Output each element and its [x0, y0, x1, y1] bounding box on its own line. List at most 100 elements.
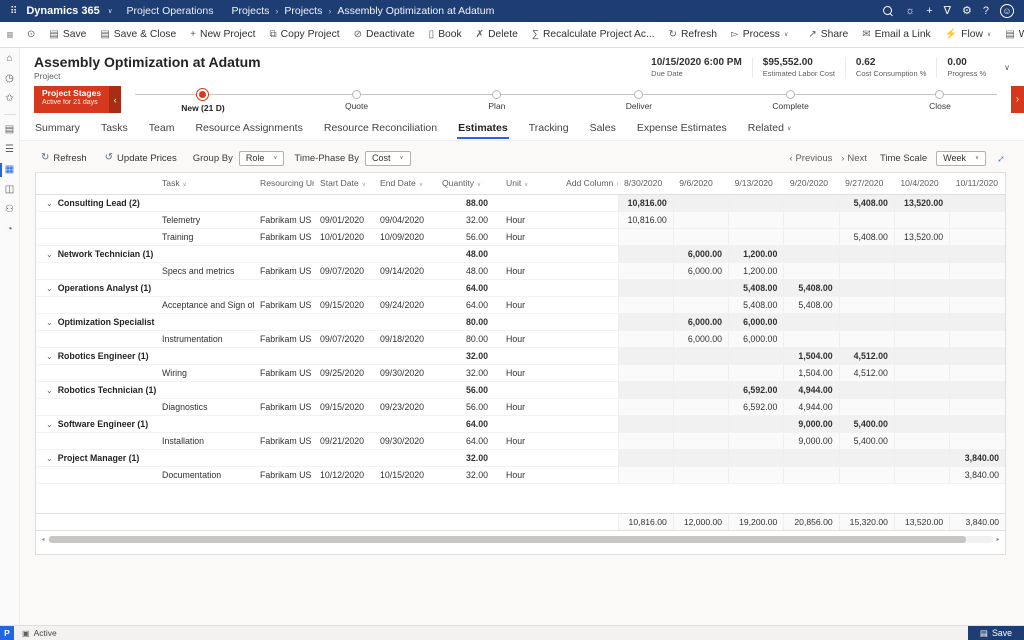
end-date-cell[interactable] [374, 245, 436, 262]
week-cell-8-30-2020[interactable] [618, 347, 673, 364]
week-cell-10-11-2020[interactable] [950, 432, 1005, 449]
tab-team[interactable]: Team [148, 118, 176, 140]
next-button[interactable]: › Next [841, 153, 867, 164]
chevron-down-icon[interactable]: ⌄ [46, 199, 53, 208]
sidebar-item-resources[interactable]: ◫ [0, 185, 19, 195]
week-cell-9-27-2020[interactable]: 5,400.00 [839, 415, 894, 432]
resourcing-unit-cell[interactable] [254, 449, 314, 466]
week-cell-9-13-2020[interactable]: 5,408.00 [729, 279, 784, 296]
sidebar-item-pinned[interactable]: ✩ [0, 94, 19, 104]
command-book[interactable]: ▯Book [422, 22, 469, 47]
unit-cell[interactable] [500, 313, 560, 330]
command-process[interactable]: ▻Process∨ [724, 22, 795, 47]
week-cell-10-11-2020[interactable]: 3,840.00 [950, 466, 1005, 483]
start-date-cell[interactable]: 09/15/2020 [314, 296, 374, 313]
unit-cell[interactable]: Hour [500, 364, 560, 381]
quantity-cell[interactable]: 32.00 [436, 347, 500, 364]
bpf-stage-complete[interactable]: Complete [772, 87, 808, 111]
group-header-cell[interactable]: ⌄Robotics Technician (1) [36, 381, 156, 398]
waffle-icon[interactable]: ⠿ [10, 6, 18, 17]
week-cell-8-30-2020[interactable]: 10,816.00 [618, 194, 673, 211]
chevron-down-icon[interactable]: ⌄ [46, 454, 53, 463]
week-cell-9-20-2020[interactable]: 4,944.00 [784, 381, 839, 398]
update-prices-button[interactable]: ↺ Update Prices [99, 151, 183, 166]
bpf-stage-new-21-d[interactable]: New (21 D) [181, 87, 224, 113]
end-date-cell[interactable] [374, 279, 436, 296]
command-share[interactable]: ↗Share [801, 22, 855, 47]
scroll-right-icon[interactable]: ▸ [993, 537, 1003, 543]
group-header-cell[interactable]: ⌄Robotics Engineer (1) [36, 347, 156, 364]
sidebar-item-dashboards[interactable]: ▤ [0, 125, 19, 135]
command-copy-project[interactable]: ⧉Copy Project [263, 22, 347, 47]
week-cell-9-20-2020[interactable] [784, 262, 839, 279]
brand-title[interactable]: Dynamics 365 [26, 5, 99, 17]
start-date-cell[interactable] [314, 347, 374, 364]
add-column-cell[interactable] [560, 398, 618, 415]
quantity-cell[interactable]: 56.00 [436, 381, 500, 398]
command-save[interactable]: ▤Save [42, 22, 93, 47]
week-cell-10-4-2020[interactable] [894, 262, 949, 279]
bpf-stage-plan[interactable]: Plan [488, 87, 505, 111]
week-cell-9-27-2020[interactable] [839, 211, 894, 228]
command-delete[interactable]: ✗Delete [469, 22, 525, 47]
estimate-row-acceptance-and-sign-offs[interactable]: Acceptance and Sign offsFabrikam US09/15… [36, 296, 1005, 313]
week-cell-9-13-2020[interactable]: 1,200.00 [729, 262, 784, 279]
group-header-cell[interactable]: ⌄Consulting Lead (2) [36, 194, 156, 211]
week-cell-8-30-2020[interactable] [618, 381, 673, 398]
add-column-cell[interactable] [560, 381, 618, 398]
week-cell-10-4-2020[interactable] [894, 398, 949, 415]
week-cell-9-27-2020[interactable]: 4,512.00 [839, 364, 894, 381]
account-icon[interactable]: ☺ [1000, 4, 1014, 18]
estimate-row-wiring[interactable]: WiringFabrikam US09/25/202009/30/202032.… [36, 364, 1005, 381]
week-cell-10-11-2020[interactable] [950, 364, 1005, 381]
week-cell-9-27-2020[interactable] [839, 398, 894, 415]
settings-icon[interactable]: ⚙ [962, 6, 972, 17]
column-header-quantity[interactable]: Quantity∨ [436, 173, 500, 194]
week-cell-8-30-2020[interactable] [618, 364, 673, 381]
week-cell-10-4-2020[interactable]: 13,520.00 [894, 228, 949, 245]
tab-expense-estimates[interactable]: Expense Estimates [636, 118, 728, 140]
start-date-cell[interactable]: 09/07/2020 [314, 330, 374, 347]
add-column-cell[interactable] [560, 432, 618, 449]
week-cell-9-13-2020[interactable] [729, 415, 784, 432]
week-cell-9-20-2020[interactable]: 9,000.00 [784, 432, 839, 449]
breadcrumb-item-projects[interactable]: Projects [231, 5, 269, 17]
start-date-cell[interactable]: 10/01/2020 [314, 228, 374, 245]
unit-cell[interactable] [500, 245, 560, 262]
scroll-left-icon[interactable]: ◂ [38, 537, 48, 543]
tab-sales[interactable]: Sales [589, 118, 617, 140]
week-cell-9-13-2020[interactable] [729, 364, 784, 381]
quantity-cell[interactable]: 64.00 [436, 432, 500, 449]
start-date-cell[interactable] [314, 415, 374, 432]
sidebar-item-tasks[interactable]: ☰ [0, 145, 19, 155]
tab-summary[interactable]: Summary [34, 118, 81, 140]
column-header-resourcing-unit[interactable]: Resourcing Unit∨ [254, 173, 314, 194]
end-date-cell[interactable]: 09/30/2020 [374, 364, 436, 381]
start-date-cell[interactable] [314, 194, 374, 211]
powerapps-badge[interactable]: P [0, 626, 14, 640]
week-cell-9-6-2020[interactable] [673, 194, 728, 211]
end-date-cell[interactable] [374, 449, 436, 466]
estimate-row-installation[interactable]: InstallationFabrikam US09/21/202009/30/2… [36, 432, 1005, 449]
week-cell-9-20-2020[interactable]: 1,504.00 [784, 347, 839, 364]
week-cell-9-6-2020[interactable] [673, 279, 728, 296]
start-date-cell[interactable]: 09/25/2020 [314, 364, 374, 381]
end-date-cell[interactable]: 09/23/2020 [374, 398, 436, 415]
resourcing-unit-cell[interactable] [254, 279, 314, 296]
week-cell-10-11-2020[interactable] [950, 211, 1005, 228]
time-scale-select[interactable]: Week ∨ [936, 151, 986, 166]
column-header-unit[interactable]: Unit∨ [500, 173, 560, 194]
week-cell-9-13-2020[interactable] [729, 211, 784, 228]
unit-cell[interactable]: Hour [500, 262, 560, 279]
unit-cell[interactable]: Hour [500, 398, 560, 415]
estimate-row-documentation[interactable]: DocumentationFabrikam US10/12/202010/15/… [36, 466, 1005, 483]
week-cell-10-4-2020[interactable] [894, 432, 949, 449]
group-row-project-manager[interactable]: ⌄Project Manager (1)32.003,840.00 [36, 449, 1005, 466]
task-cell[interactable]: Documentation [156, 466, 254, 483]
week-cell-9-6-2020[interactable]: 6,000.00 [673, 313, 728, 330]
task-cell[interactable]: Specs and metrics [156, 262, 254, 279]
week-cell-10-4-2020[interactable] [894, 279, 949, 296]
resourcing-unit-cell[interactable]: Fabrikam US [254, 296, 314, 313]
add-column-cell[interactable] [560, 313, 618, 330]
resourcing-unit-cell[interactable] [254, 415, 314, 432]
